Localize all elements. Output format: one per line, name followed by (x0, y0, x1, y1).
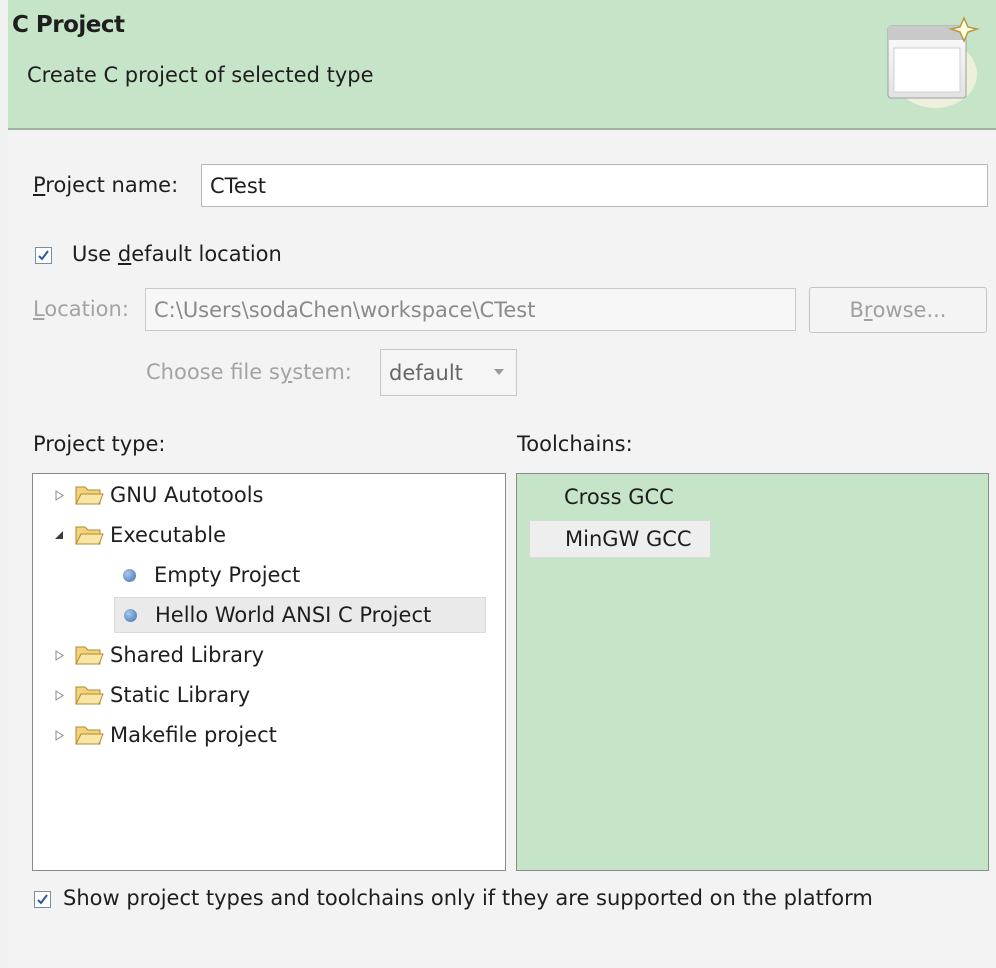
tree-item-executable[interactable]: Executable (51, 517, 226, 553)
file-system-select[interactable]: default (380, 349, 517, 396)
toolchains-label: Toolchains: (517, 432, 633, 456)
folder-open-icon (75, 526, 104, 545)
tree-item-static-library[interactable]: Static Library (51, 677, 250, 713)
tree-item-label: Makefile project (110, 723, 277, 747)
tree-item-shared-library[interactable]: Shared Library (51, 637, 264, 673)
check-icon (38, 250, 49, 261)
expand-arrow-icon[interactable] (51, 729, 67, 741)
browse-button[interactable]: Br owse... (809, 287, 987, 333)
location-input[interactable]: C:\Users\sodaChen\workspace\CTest (145, 288, 796, 331)
expand-arrow-icon[interactable] (51, 689, 67, 701)
show-supported-checkbox[interactable] (34, 891, 51, 908)
template-icon (124, 608, 137, 622)
check-icon (37, 894, 48, 905)
expand-arrow-icon[interactable] (51, 489, 67, 501)
tree-item-gnu-autotools[interactable]: GNU Autotools (51, 477, 264, 513)
new-project-wizard-icon (887, 16, 980, 108)
tree-item-hello-world[interactable]: Hello World ANSI C Project (114, 597, 486, 633)
toolchain-item-label: Cross GCC (564, 485, 674, 509)
toolchain-item-cross-gcc[interactable]: Cross GCC (564, 480, 674, 514)
folder-icon (75, 686, 104, 705)
toolchains-list[interactable]: Cross GCC MinGW GCC (516, 473, 989, 871)
folder-icon (75, 726, 104, 745)
project-name-input[interactable]: CTest (201, 164, 988, 207)
tree-item-label: Hello World ANSI C Project (155, 603, 432, 627)
toolchain-item-label: MinGW GCC (565, 527, 692, 551)
expand-arrow-icon[interactable] (51, 649, 67, 661)
wizard-title: C Project (12, 12, 125, 38)
tree-item-makefile-project[interactable]: Makefile project (51, 717, 277, 753)
use-default-location-label: Use default location (72, 242, 282, 266)
project-name-label: Project name: (33, 173, 179, 197)
template-icon (123, 568, 136, 582)
project-type-label: Project type: (33, 432, 166, 456)
file-system-value: default (389, 360, 463, 385)
chevron-down-icon (494, 369, 504, 375)
show-supported-label: Show project types and toolchains only i… (63, 886, 873, 910)
collapse-arrow-icon[interactable] (51, 530, 67, 540)
tree-item-label: GNU Autotools (110, 483, 264, 507)
tree-item-label: Shared Library (110, 643, 265, 667)
folder-icon (75, 486, 104, 505)
folder-icon (75, 646, 104, 665)
toolchain-item-mingw-gcc[interactable]: MinGW GCC (529, 520, 711, 558)
use-default-location-checkbox[interactable] (35, 247, 52, 264)
wizard-subtitle: Create C project of selected type (27, 63, 374, 87)
tree-item-label: Executable (110, 523, 227, 547)
tree-item-empty-project[interactable]: Empty Project (123, 557, 300, 593)
tree-item-label: Empty Project (154, 563, 301, 587)
file-system-label: Choose file system: (146, 360, 352, 384)
project-type-tree[interactable]: GNU Autotools Executable Empty Project H… (32, 473, 506, 871)
tree-item-label: Static Library (110, 683, 251, 707)
location-label: Location: (33, 297, 129, 321)
wizard-header: C Project Create C project of selected t… (8, 0, 996, 130)
